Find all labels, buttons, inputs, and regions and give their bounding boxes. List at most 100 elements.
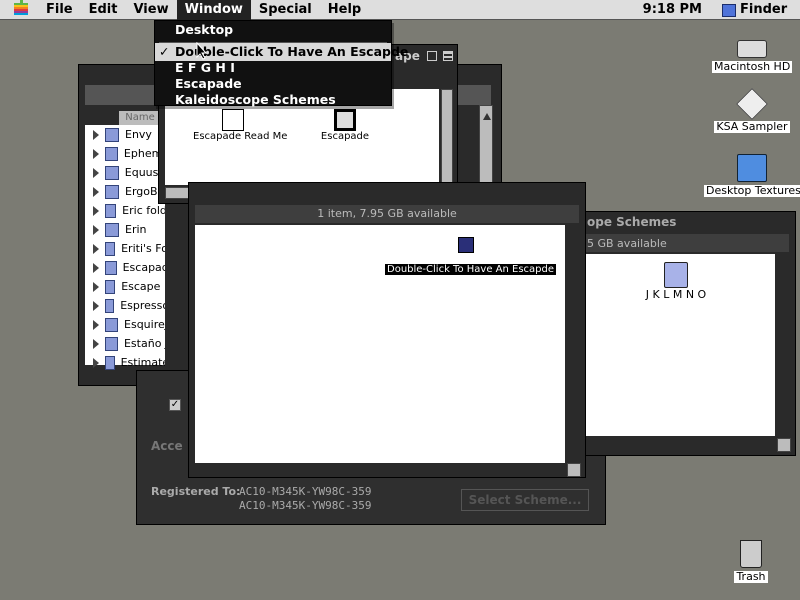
collapse-box-icon[interactable]: [443, 51, 453, 61]
list-column-header-name[interactable]: Name: [119, 111, 161, 125]
disclosure-triangle-icon[interactable]: [93, 281, 99, 292]
window-menu-desktop[interactable]: Desktop: [155, 21, 391, 39]
list-item[interactable]: Epheme: [85, 144, 165, 163]
list-item[interactable]: Envy: [85, 125, 165, 144]
trash-icon: [740, 540, 762, 568]
control-panel-checkbox[interactable]: ✓: [169, 399, 181, 411]
list-item-label: Escape 1.0ƒ: [121, 280, 165, 293]
menubar-clock[interactable]: 9:18 PM: [643, 0, 702, 20]
jklmno-folder-label: J K L M N O: [645, 288, 707, 301]
document-icon: [222, 109, 244, 131]
menu-help[interactable]: Help: [320, 0, 369, 20]
disclosure-triangle-icon[interactable]: [93, 357, 99, 368]
disclosure-triangle-icon[interactable]: [93, 338, 99, 349]
disclosure-triangle-icon[interactable]: [93, 186, 99, 197]
folder-icon: [664, 262, 688, 288]
front-window-content: Double-Click To Have An Escapde: [195, 225, 565, 463]
apple-icon: [14, 0, 28, 15]
zoom-box-icon[interactable]: [427, 51, 437, 61]
menu-bar: File Edit View Window Special Help 9:18 …: [0, 0, 800, 20]
folder-icon: [105, 165, 119, 180]
list-item[interactable]: Equus f: [85, 163, 165, 182]
finder-icon: [722, 3, 736, 17]
desktop-icon-trash[interactable]: Trash: [726, 540, 776, 583]
window-menu-dropdown: Desktop ✓ Double-Click To Have An Escapd…: [154, 20, 408, 109]
mouse-cursor-icon: [196, 42, 208, 60]
window-menu-double-click-label: Double-Click To Have An Escapde: [175, 44, 409, 59]
menu-special[interactable]: Special: [251, 0, 320, 20]
folder-icon: [105, 298, 115, 313]
kaleidoscope-scrollbar[interactable]: [777, 438, 791, 452]
list-item-label: Erin: [125, 223, 147, 236]
registration-code-2: AC10-M345K-YW98C-359: [239, 499, 372, 512]
kaleidoscope-window-content: J K L M N O: [579, 254, 775, 436]
list-item-label: Eriti's Forge: [121, 242, 165, 255]
disclosure-triangle-icon[interactable]: [93, 148, 99, 159]
registration-code-1: AC10-M345K-YW98C-359: [239, 485, 372, 498]
window-menu-kaleidoscope[interactable]: Kaleidoscope Schemes: [155, 91, 391, 109]
disclosure-triangle-icon[interactable]: [93, 319, 99, 330]
list-item[interactable]: ErgoBe: [85, 182, 165, 201]
kaleidoscope-status-text: 5 GB available: [587, 237, 667, 250]
folder-icon: [105, 241, 116, 256]
escapade-read-me-item[interactable]: Escapade Read Me: [193, 109, 287, 142]
desktop-icon-ksa-sampler[interactable]: KSA Sampler: [712, 88, 792, 133]
registered-to-label: Registered To:: [151, 485, 241, 498]
kaleidoscope-scheme-icon: [458, 237, 474, 253]
menu-window[interactable]: Window: [176, 0, 251, 20]
folder-icon: [737, 154, 767, 182]
application-menu[interactable]: Finder: [722, 0, 800, 20]
list-item[interactable]: Eric folder: [85, 201, 165, 220]
folder-icon: [105, 184, 119, 199]
double-click-file-item[interactable]: Double-Click To Have An Escapde: [385, 237, 557, 276]
list-rows: Envy EphemeEquus fErgoBe Eric folder Erin Er…: [85, 125, 165, 370]
escapade-app-item[interactable]: Escapade: [315, 109, 375, 142]
folder-icon: [105, 127, 119, 142]
menu-edit[interactable]: Edit: [81, 0, 126, 20]
disclosure-triangle-icon[interactable]: [93, 205, 99, 216]
disclosure-triangle-icon[interactable]: [93, 262, 99, 273]
folder-icon: [105, 336, 118, 351]
apple-menu[interactable]: [0, 0, 38, 20]
select-scheme-button[interactable]: Select Scheme...: [461, 489, 589, 511]
double-click-window[interactable]: 1 item, 7.95 GB available Double-Click T…: [188, 182, 586, 478]
hard-drive-icon: [737, 40, 767, 58]
list-item-label: Espresso Neu: [120, 299, 165, 312]
scroll-up-arrow-icon[interactable]: [483, 113, 491, 120]
disclosure-triangle-icon[interactable]: [93, 224, 99, 235]
desktop-icon-desktop-textures[interactable]: Desktop Textures: [704, 154, 800, 197]
list-item[interactable]: Eriti's Forge: [85, 239, 165, 258]
kaleidoscope-schemes-window[interactable]: ope Schemes 5 GB available J K L M N O: [572, 211, 796, 456]
macintosh-hd-label: Macintosh HD: [712, 60, 793, 73]
disclosure-triangle-icon[interactable]: [93, 129, 99, 140]
application-icon: [334, 109, 356, 131]
list-item[interactable]: Escapade: [85, 258, 165, 277]
double-click-file-label: Double-Click To Have An Escapde: [385, 264, 557, 275]
trash-label: Trash: [734, 570, 768, 583]
disclosure-triangle-icon[interactable]: [93, 243, 99, 254]
desktop-icon-macintosh-hd[interactable]: Macintosh HD: [712, 40, 793, 73]
list-view-content: Envy EphemeEquus fErgoBe Eric folder Erin Er…: [85, 125, 165, 370]
list-item[interactable]: Erin: [85, 220, 165, 239]
list-item[interactable]: Estaño ƒ: [85, 334, 165, 353]
list-item[interactable]: Esquireƒ: [85, 315, 165, 334]
disclosure-triangle-icon[interactable]: [93, 300, 99, 311]
disclosure-triangle-icon[interactable]: [93, 167, 99, 178]
list-item[interactable]: Escape 1.0ƒ: [85, 277, 165, 296]
list-item-label: Estimated Pr: [120, 356, 165, 369]
list-item-label: Esquireƒ: [124, 318, 165, 331]
menu-view[interactable]: View: [125, 0, 176, 20]
folder-icon: [105, 222, 119, 237]
application-menu-label: Finder: [740, 2, 788, 17]
folder-icon: [105, 146, 118, 161]
list-item[interactable]: Espresso Neu: [85, 296, 165, 315]
disk-icon: [736, 88, 768, 120]
front-window-scrollbar[interactable]: [567, 463, 581, 477]
jklmno-folder-item[interactable]: J K L M N O: [639, 262, 713, 301]
folder-icon: [105, 203, 117, 218]
escapade-vertical-scrollbar[interactable]: [441, 89, 453, 185]
escapade-app-label: Escapade: [320, 131, 370, 142]
folder-icon: [105, 355, 115, 370]
ksa-sampler-label: KSA Sampler: [714, 120, 790, 133]
menu-file[interactable]: File: [38, 0, 81, 20]
